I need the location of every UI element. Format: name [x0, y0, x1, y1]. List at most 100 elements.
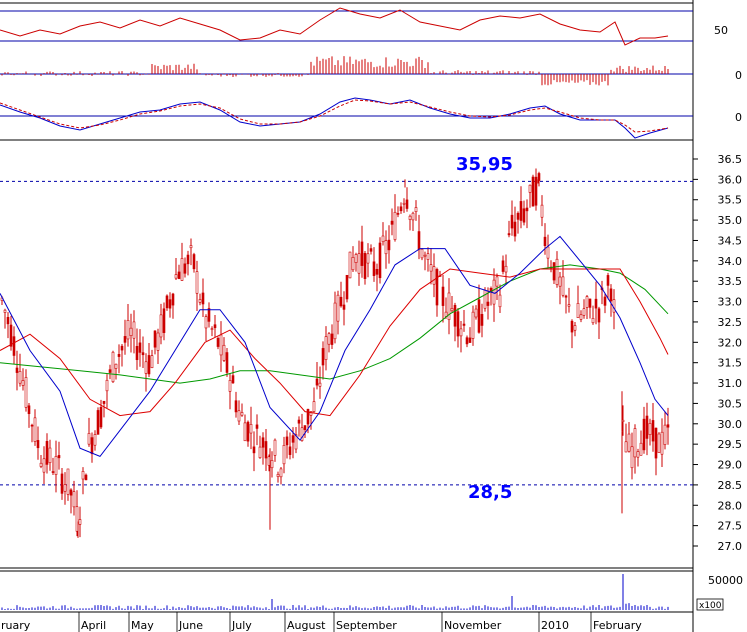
- candle-body: [378, 242, 382, 279]
- candle-body: [375, 268, 379, 275]
- candle-body: [393, 211, 397, 240]
- month-label: May: [131, 619, 154, 632]
- candle-body: [63, 484, 67, 492]
- candle-body: [366, 253, 370, 264]
- candle-body: [603, 296, 607, 306]
- candle-body: [51, 471, 55, 473]
- candle-body: [168, 299, 172, 309]
- candle-body: [342, 304, 346, 310]
- candle-body: [87, 433, 91, 445]
- price-candles: [0, 168, 670, 538]
- candle-body: [345, 274, 349, 300]
- price-tick-label: 30.0: [718, 418, 743, 431]
- candle-body: [657, 433, 661, 453]
- macd-line: [0, 97, 669, 139]
- candle-body: [468, 337, 472, 343]
- oscillator-line: [0, 7, 669, 46]
- candle-body: [186, 254, 190, 265]
- candle-body: [18, 371, 22, 384]
- candle-body: [81, 471, 85, 480]
- candle-body: [666, 424, 670, 428]
- volume-tick: 50000: [708, 574, 743, 587]
- candle-body: [459, 328, 463, 337]
- candle-body: [585, 296, 589, 308]
- candle-body: [642, 418, 646, 451]
- price-tick-label: 32.0: [718, 336, 743, 349]
- candle-body: [30, 424, 34, 427]
- candle-body: [228, 380, 232, 392]
- candle-body: [156, 332, 160, 351]
- candle-body: [357, 253, 361, 274]
- candle-body: [279, 468, 283, 478]
- candle-body: [408, 215, 412, 220]
- oscillator-tick: 50: [714, 24, 728, 37]
- candle-body: [420, 248, 424, 259]
- macd-tick: 0: [735, 111, 742, 124]
- candle-body: [285, 436, 289, 446]
- candle-body: [177, 271, 181, 279]
- candle-body: [411, 212, 415, 221]
- month-label: April: [81, 619, 106, 632]
- candle-body: [540, 204, 544, 218]
- candle-body: [282, 445, 286, 465]
- month-label: September: [336, 619, 397, 632]
- candle-body: [120, 345, 124, 351]
- candle-body: [132, 321, 136, 339]
- oscillator-panel: 50: [0, 7, 728, 46]
- candle-body: [645, 415, 649, 439]
- candle-body: [648, 423, 652, 435]
- panel-frames: [0, 0, 694, 632]
- candle-body: [426, 253, 430, 260]
- candle-body: [183, 263, 187, 274]
- candle-body: [66, 468, 70, 495]
- candle-body: [141, 352, 145, 356]
- candle-body: [483, 289, 487, 309]
- histogram-bars: [1, 56, 669, 86]
- candle-body: [9, 324, 13, 347]
- candle-body: [591, 318, 595, 324]
- candle-body: [99, 406, 103, 428]
- candle-body: [192, 254, 196, 270]
- candle-body: [336, 294, 340, 322]
- price-tick-label: 27.0: [718, 540, 743, 553]
- candle-body: [243, 422, 247, 442]
- candle-body: [528, 184, 532, 193]
- month-label: August: [287, 619, 326, 632]
- price-tick-label: 30.5: [718, 397, 743, 410]
- candle-body: [663, 424, 667, 445]
- candle-body: [369, 248, 373, 252]
- candle-body: [174, 274, 178, 279]
- candle-body: [555, 258, 559, 285]
- resistance-label: 35,95: [456, 154, 513, 175]
- price-tick-label: 33.5: [718, 275, 743, 288]
- candle-body: [450, 308, 454, 312]
- candle-body: [327, 333, 331, 345]
- candle-body: [597, 308, 601, 323]
- volume-bars: [1, 574, 669, 610]
- candle-body: [219, 334, 223, 356]
- candle-body: [639, 442, 643, 456]
- volume-multiplier: x100: [699, 601, 722, 611]
- candle-body: [27, 405, 31, 415]
- candle-body: [6, 317, 10, 325]
- candle-body: [210, 328, 214, 330]
- candle-body: [258, 446, 262, 459]
- candle-body: [135, 346, 139, 361]
- candle-body: [252, 446, 256, 454]
- candle-body: [339, 296, 343, 307]
- candle-body: [522, 208, 526, 223]
- candle-body: [351, 257, 355, 271]
- candle-body: [363, 253, 367, 279]
- candle-body: [201, 292, 205, 305]
- candle-body: [144, 361, 148, 374]
- candle-body: [360, 241, 364, 266]
- candle-body: [627, 433, 631, 452]
- candle-body: [387, 239, 391, 251]
- candle-body: [114, 363, 118, 369]
- candle-body: [24, 377, 28, 408]
- candle-body: [651, 420, 655, 442]
- candle-body: [123, 336, 127, 343]
- candle-body: [471, 311, 475, 339]
- price-tick-label: 34.0: [718, 255, 743, 268]
- month-label: ruary: [1, 619, 31, 632]
